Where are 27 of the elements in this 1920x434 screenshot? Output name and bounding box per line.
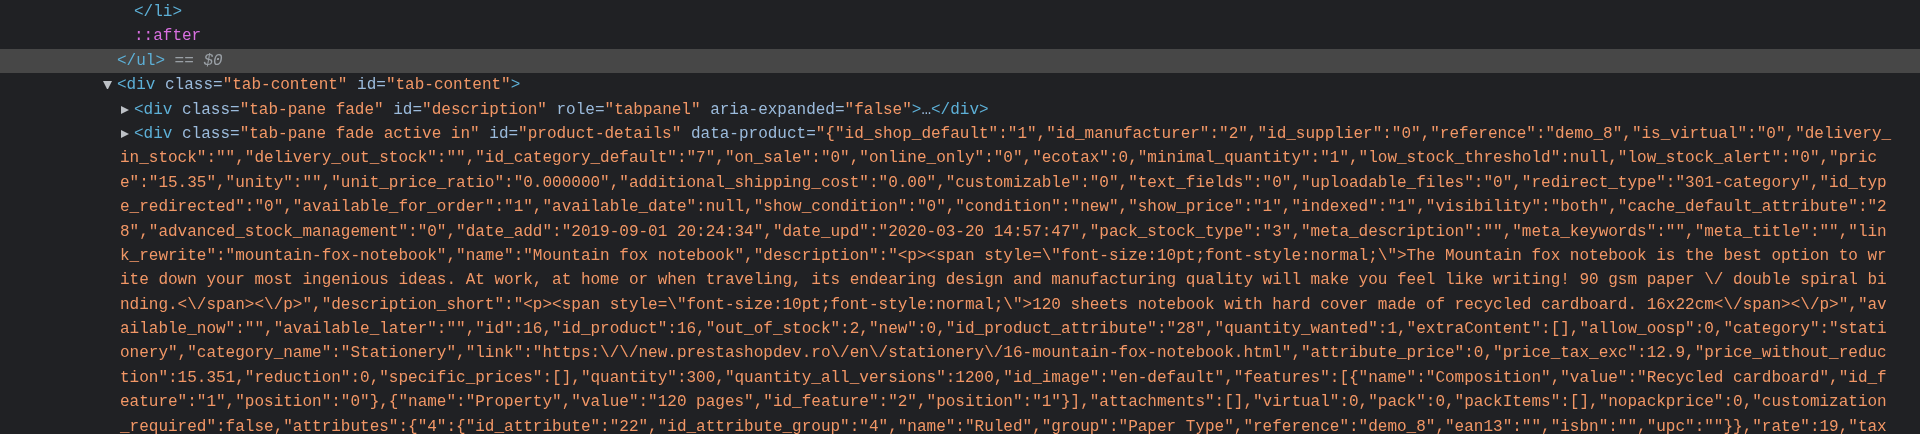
code-line: e_redirected":"0","available_for_order":"1","available_date":null,"show_condition":"0","condition":"new","show_price":"1","indexed":"1","visibility":"both","cache_default_attribute":"2 [120,197,1887,219]
code-line: <div class="tab-content" id="tab-content"> [117,75,521,97]
code-line: 8","advanced_stock_management":"0","date_add":"2019-09-01 20:24:34","date_upd":"2020-03-20 14:57:47","pack_stock_type":"3","meta_description":"","meta_keywords":"","meta_title":"","lin [120,221,1887,243]
code-line: nding.<\/span><\/p>","description_short":"<p><span style=\"font-size:10pt;font-style:normal;\">120 sheets notebook with hard cover made of recycled cardboard. 16x22cm<\/span><\/p>","av [120,294,1887,316]
code-line: eature":"1","position":"0"},{"name":"Property","value":"120 pages","id_feature":"2","position":"1"}],"attachments":[],"virtual":0,"pack":0,"packItems":[],"nopackprice":0,"customization [120,392,1887,414]
tree-row[interactable]: </ul> == $0 [0,48,1920,74]
code-line: <div class="tab-pane fade active in" id="product-details" data-product="{"id_shop_default":"1","id_manufacturer":"2","id_supplier":"0","reference":"demo_8","is_virtual":"0","delivery_ [134,123,1892,145]
expand-arrow-icon[interactable] [121,105,129,114]
tree-row[interactable]: <div class="tab-pane fade" id="description" role="tabpanel" aria-expanded="false">…</div> [0,97,1920,122]
code-line: </li> [134,2,182,23]
code-line: <div class="tab-pane fade" id="description" role="tabpanel" aria-expanded="false">…</div> [134,99,989,121]
code-line: </ul> == $0 [117,50,223,72]
code-line: in_stock":"","delivery_out_stock":"","id_category_default":"7","on_sale":"0","online_only":"0","ecotax":0,"minimal_quantity":"1","low_stock_threshold":null,"low_stock_alert":"0","pric [120,148,1878,170]
code-line: _required":false,"attributes":{"4":{"id_attribute":"22","id_attribute_group":"4","name":"Ruled","group":"Paper Type","reference":"demo_8","ean13":"","isbn":"","upc":""}},"rate":19,"tax [120,416,1887,434]
tree-row[interactable]: </li> [0,0,1920,25]
tree-row[interactable]: <div class="tab-pane fade active in" id="product-details" data-product="{"id_shop_default":"1","id_manufacturer":"2","id_supplier":"0","reference":"demo_8","is_virtual":"0","delivery_ [0,121,1920,147]
tree-row[interactable]: ::after [0,24,1920,49]
code-line: k_rewrite":"mountain-fox-notebook","name":"Mountain fox notebook","description":"<p><span style=\"font-size:10pt;font-style:normal;\">The Mountain fox notebook is the best option to wr [120,245,1887,267]
code-line: tion":15.351,"reduction":0,"specific_prices":[],"quantity":300,"quantity_all_versions":1200,"id_image":"en-default","features":[{"name":"Composition","value":"Recycled cardboard","id_f [120,367,1887,389]
expand-arrow-icon[interactable] [121,130,129,139]
code-line: ailable_now":"","available_later":"","id":16,"id_product":16,"out_of_stock":2,"new":0,"id_product_attribute":"28","quantity_wanted":1,"extraContent":[],"allow_oosp":0,"category":"stati [120,319,1887,341]
collapse-arrow-icon[interactable] [103,81,112,90]
code-line: e":"15.35","unity":"","unit_price_ratio":"0.000000","additional_shipping_cost":"0.00","customizable":"0","text_fields":"0","uploadable_files":"0","redirect_type":"301-category","id_typ [120,172,1887,194]
code-line: ite down your most ingenious ideas. At work, at home or when traveling, its endearing design and manufacturing quality will make you feel like writing! 90 gsm paper \/ double spiral bi [120,270,1887,292]
code-line: ::after [134,26,202,48]
tree-row[interactable]: <div class="tab-content" id="tab-content"> [0,73,1920,98]
code-line: onery","category_name":"Stationery","link":"https:\/\/new.prestashopdev.ro\/en\/stationery\/16-mountain-fox-notebook.html","attribute_price":0,"price_tax_exc":12.9,"price_without_reduc [120,343,1887,365]
